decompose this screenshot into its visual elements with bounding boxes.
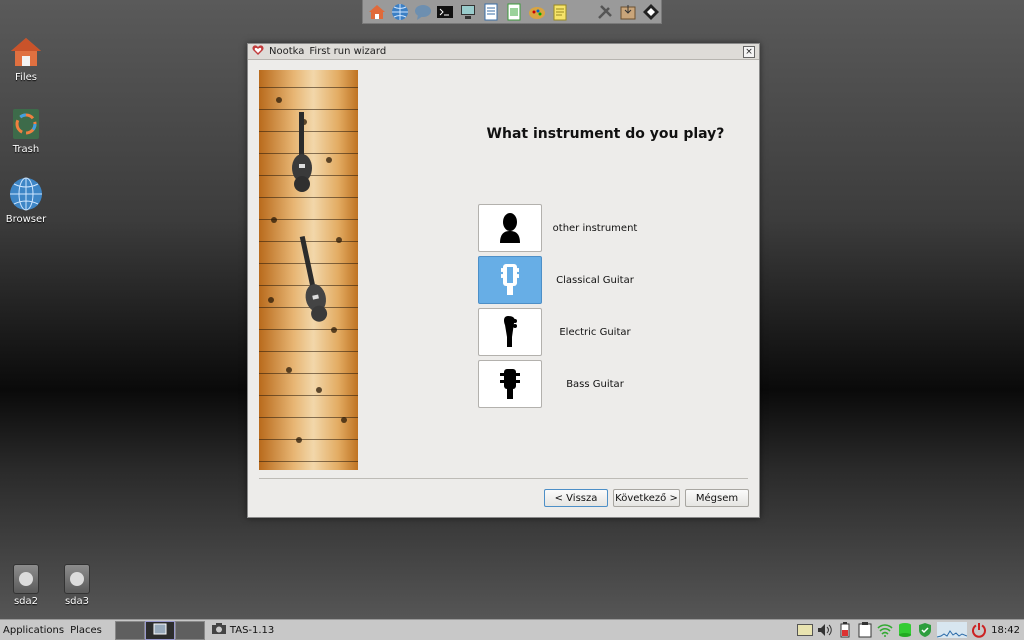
dialog-app-name: Nootka	[269, 46, 305, 57]
desktop-files-label: Files	[15, 72, 37, 83]
choice-bass-guitar-button[interactable]	[478, 360, 542, 408]
drive-sda2[interactable]: sda2	[6, 564, 46, 607]
taskbar-task-label: TAS-1.13	[229, 624, 275, 636]
desktop-browser[interactable]: Browser	[0, 176, 52, 225]
taskbar-task-tas[interactable]: TAS-1.13	[211, 622, 274, 638]
desktop-files[interactable]: Files	[0, 34, 52, 83]
choice-bass-guitar-label: Bass Guitar	[566, 378, 624, 390]
next-button[interactable]: Következő >	[613, 489, 680, 507]
drive-sda2-label: sda2	[13, 596, 39, 607]
instrument-question: What instrument do you play?	[486, 126, 725, 142]
globe-icon[interactable]	[390, 2, 410, 22]
nootka-app-icon	[252, 44, 264, 59]
clipboard-icon[interactable]	[857, 622, 873, 638]
back-button[interactable]: < Vissza	[544, 489, 608, 507]
workspace-1[interactable]	[114, 620, 145, 640]
top-dock	[362, 0, 662, 24]
choice-bass-guitar[interactable]: Bass Guitar	[478, 360, 648, 408]
choice-electric-guitar-button[interactable]	[478, 308, 542, 356]
system-tray: 18:42	[797, 620, 1024, 640]
tools-icon[interactable]	[595, 2, 615, 22]
workspace-2[interactable]	[144, 620, 175, 640]
choice-other-instrument-button[interactable]	[478, 204, 542, 252]
harddisk-icon	[64, 564, 90, 594]
dialog-titlebar[interactable]: Nootka First run wizard ×	[248, 44, 759, 60]
camera-icon	[211, 622, 227, 638]
wifi-icon[interactable]	[877, 622, 893, 638]
dialog-separator	[259, 478, 748, 479]
electric-headstock-icon	[502, 315, 518, 350]
first-run-wizard-dialog: Nootka First run wizard × What instrumen…	[247, 43, 760, 518]
notepad-icon[interactable]	[550, 2, 570, 22]
chat-icon[interactable]	[413, 2, 433, 22]
desktop-trash[interactable]: Trash	[0, 106, 52, 155]
choice-classical-guitar-label: Classical Guitar	[556, 274, 634, 286]
paint-icon[interactable]	[527, 2, 547, 22]
choice-other-instrument-label: other instrument	[552, 222, 638, 234]
keyboard-icon[interactable]	[797, 622, 814, 638]
cancel-button[interactable]: Mégsem	[685, 489, 749, 507]
places-menu[interactable]: Places	[67, 625, 105, 636]
workspace-3[interactable]	[174, 620, 205, 640]
taskbar: Applications Places TAS-1.13 18:42	[0, 619, 1024, 640]
sheet-music-guitar-image	[259, 70, 358, 470]
document-icon[interactable]	[481, 2, 501, 22]
browser-globe-icon	[8, 176, 44, 212]
guitar-figurine-2	[299, 235, 328, 322]
guitar-figurine-1	[292, 112, 312, 192]
clock: 18:42	[991, 624, 1020, 636]
bass-headstock-icon	[499, 367, 521, 402]
install-icon[interactable]	[618, 2, 638, 22]
desktop-trash-label: Trash	[12, 144, 40, 155]
drive-sda3-label: sda3	[64, 596, 90, 607]
window-icon	[153, 623, 167, 638]
choice-classical-guitar[interactable]: Classical Guitar	[478, 256, 648, 304]
choice-other-instrument[interactable]: other instrument	[478, 204, 648, 252]
applications-menu[interactable]: Applications	[0, 625, 67, 636]
shield-icon[interactable]	[917, 622, 933, 638]
spreadsheet-icon[interactable]	[504, 2, 524, 22]
person-silhouette-icon	[499, 211, 521, 246]
computer-icon[interactable]	[458, 2, 478, 22]
harddisk-icon	[13, 564, 39, 594]
package-icon[interactable]	[641, 2, 661, 22]
dialog-close-button[interactable]: ×	[743, 46, 755, 58]
choice-classical-guitar-button[interactable]	[478, 256, 542, 304]
home-icon[interactable]	[367, 2, 387, 22]
drive-sda3[interactable]: sda3	[57, 564, 97, 607]
choice-electric-guitar-label: Electric Guitar	[559, 326, 631, 338]
trash-icon	[8, 106, 44, 142]
storage-icon[interactable]	[897, 622, 913, 638]
desktop-browser-label: Browser	[5, 214, 47, 225]
home-folder-icon	[8, 34, 44, 70]
power-icon[interactable]	[971, 622, 987, 638]
terminal-icon[interactable]	[436, 2, 456, 22]
choice-electric-guitar[interactable]: Electric Guitar	[478, 308, 648, 356]
volume-icon[interactable]	[817, 622, 833, 638]
dialog-window-title: First run wizard	[309, 46, 387, 57]
classical-headstock-icon	[500, 263, 520, 298]
battery-icon[interactable]	[837, 622, 853, 638]
cpu-graph-icon	[937, 622, 968, 638]
